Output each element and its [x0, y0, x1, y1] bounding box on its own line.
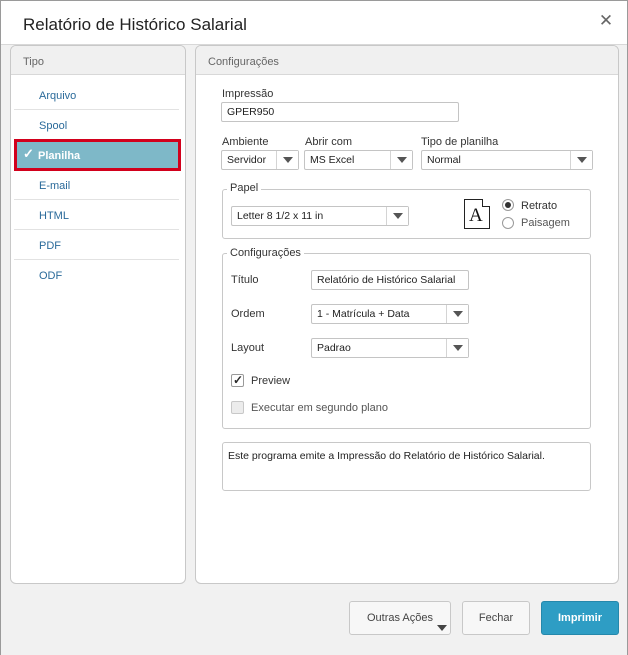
layout-select[interactable]: Padrao — [311, 338, 469, 358]
chevron-down-icon — [437, 625, 447, 631]
tipo-planilha-select[interactable]: Normal — [421, 150, 593, 170]
configuracoes-legend: Configurações — [227, 247, 304, 259]
dialog: Relatório de Histórico Salarial ✕ Tipo A… — [0, 0, 628, 655]
impressao-input[interactable]: GPER950 — [221, 102, 459, 122]
dialog-title: Relatório de Histórico Salarial — [23, 15, 247, 34]
ambiente-select[interactable]: Servidor — [221, 150, 299, 170]
retrato-label: Retrato — [521, 200, 558, 212]
chevron-down-icon — [390, 151, 412, 169]
type-panel-header: Tipo — [11, 46, 185, 75]
ordem-select[interactable]: 1 - Matrícula + Data — [311, 304, 469, 324]
type-panel: Tipo Arquivo Spool ✓ Planilha E-mail HTM… — [10, 45, 186, 584]
imprimir-button[interactable]: Imprimir — [541, 601, 619, 635]
sidebar-item-spool[interactable]: Spool — [14, 110, 179, 140]
tipo-planilha-label: Tipo de planilha — [421, 136, 499, 148]
retrato-radio[interactable] — [502, 199, 514, 211]
abrir-com-label: Abrir com — [305, 136, 353, 148]
abrir-com-select[interactable]: MS Excel — [304, 150, 413, 170]
paisagem-radio[interactable] — [502, 217, 514, 229]
chevron-down-icon — [276, 151, 298, 169]
chevron-down-icon — [386, 207, 408, 225]
preview-label: Preview — [251, 375, 291, 387]
paper-size-select[interactable]: Letter 8 1/2 x 11 in — [231, 206, 409, 226]
paisagem-label: Paisagem — [521, 217, 570, 229]
ambiente-label: Ambiente — [222, 136, 269, 148]
config-panel-header: Configurações — [196, 46, 618, 75]
layout-label: Layout — [231, 342, 265, 354]
chevron-down-icon — [446, 339, 468, 357]
titulo-input[interactable]: Relatório de Histórico Salarial — [311, 270, 469, 290]
sidebar-item-email[interactable]: E-mail — [14, 170, 179, 200]
document-portrait-icon: A — [464, 199, 490, 229]
selection-highlight — [14, 139, 181, 171]
segundo-plano-label: Executar em segundo plano — [251, 402, 388, 414]
close-icon[interactable]: ✕ — [597, 12, 615, 30]
sidebar-item-odf[interactable]: ODF — [14, 260, 179, 290]
description-box: Este programa emite a Impressão do Relat… — [222, 442, 591, 491]
fechar-button[interactable]: Fechar — [462, 601, 530, 635]
chevron-down-icon — [446, 305, 468, 323]
impressao-label: Impressão — [222, 88, 274, 100]
sidebar-item-html[interactable]: HTML — [14, 200, 179, 230]
outras-acoes-button[interactable]: Outras Ações — [349, 601, 451, 635]
footer: Outras Ações Fechar Imprimir — [1, 589, 627, 655]
ordem-label: Ordem — [231, 308, 265, 320]
abrir-com-value: MS Excel — [310, 154, 355, 166]
titulo-label: Título — [231, 274, 259, 286]
paper-size-value: Letter 8 1/2 x 11 in — [237, 210, 324, 222]
ambiente-value: Servidor — [227, 154, 267, 166]
ordem-value: 1 - Matrícula + Data — [317, 308, 410, 320]
layout-value: Padrao — [317, 342, 351, 354]
titlebar: Relatório de Histórico Salarial ✕ — [1, 1, 627, 45]
sidebar-item-arquivo[interactable]: Arquivo — [14, 80, 179, 110]
papel-legend: Papel — [227, 182, 262, 194]
segundo-plano-checkbox[interactable] — [231, 401, 244, 414]
preview-checkbox[interactable] — [231, 373, 244, 387]
tipo-planilha-value: Normal — [427, 154, 461, 166]
sidebar-item-pdf[interactable]: PDF — [14, 230, 179, 260]
chevron-down-icon — [570, 151, 592, 169]
